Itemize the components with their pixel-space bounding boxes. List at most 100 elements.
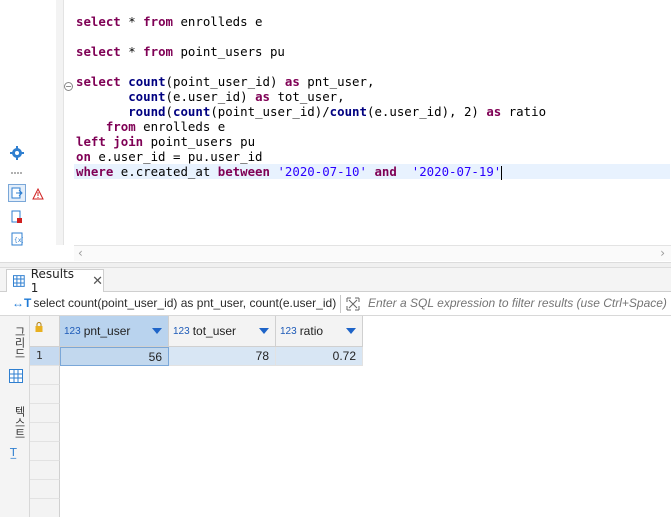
filter-input[interactable] bbox=[368, 296, 668, 310]
cell-tot-user[interactable]: 78 bbox=[169, 347, 276, 366]
sql-function: round bbox=[128, 104, 166, 119]
sql-keyword: between bbox=[217, 164, 270, 179]
empty-row bbox=[30, 404, 671, 423]
column-header-tot-user[interactable]: 123 tot_user bbox=[169, 316, 276, 347]
sql-text: point_users pu bbox=[173, 44, 285, 59]
text-caret bbox=[501, 165, 503, 180]
more-dots-icon[interactable] bbox=[8, 164, 26, 182]
query-text-display[interactable]: ↔T select count(point_user_id) as pnt_use… bbox=[12, 296, 338, 310]
code-line[interactable]: select count(point_user_id) as pnt_user, bbox=[76, 74, 374, 89]
gear-icon[interactable] bbox=[8, 144, 26, 162]
sql-keyword: from bbox=[143, 14, 173, 29]
sql-text: point_users pu bbox=[143, 134, 256, 149]
empty-row bbox=[30, 366, 671, 385]
empty-row bbox=[30, 480, 671, 499]
row-number-empty bbox=[30, 480, 60, 499]
text-view-icon[interactable]: T̲ bbox=[10, 446, 17, 459]
lock-icon bbox=[35, 322, 43, 332]
sql-keyword: as bbox=[486, 104, 502, 119]
editor-horizontal-scrollbar[interactable]: ‹ › bbox=[74, 245, 671, 261]
cell-ratio[interactable]: 0.72 bbox=[276, 347, 363, 366]
sort-arrow-icon[interactable] bbox=[346, 328, 356, 334]
sql-text: e.created_at bbox=[113, 164, 218, 179]
variables-icon[interactable]: {x} bbox=[8, 230, 26, 248]
row-header-corner[interactable] bbox=[30, 316, 60, 347]
scroll-right-arrow-icon[interactable]: › bbox=[660, 246, 665, 261]
row-number-empty bbox=[30, 461, 60, 480]
error-log-icon[interactable] bbox=[8, 208, 26, 226]
column-header-ratio[interactable]: 123 ratio bbox=[276, 316, 363, 347]
sql-text: (point_user_id) bbox=[165, 74, 285, 89]
code-line[interactable]: count(e.user_id) as tot_user, bbox=[76, 89, 345, 104]
row-number-empty bbox=[30, 385, 60, 404]
row-number-empty bbox=[30, 442, 60, 461]
sql-text: enrolleds e bbox=[135, 119, 226, 134]
column-header-pnt-user[interactable]: 123 pnt_user bbox=[60, 316, 169, 347]
grid-header: 123 pnt_user 123 tot_user 123 ratio bbox=[30, 316, 671, 347]
close-icon[interactable]: ✕ bbox=[92, 274, 103, 289]
sql-text: tot_user, bbox=[269, 89, 345, 104]
numeric-type-icon: 123 bbox=[64, 325, 81, 337]
sql-text: e.user_id = pu.user_id bbox=[90, 149, 263, 164]
results-grid[interactable]: 123 pnt_user 123 tot_user 123 ratio 1 56… bbox=[30, 316, 671, 517]
sql-text: (e.user_id), 2) bbox=[366, 104, 487, 119]
result-view-switcher: 그리드 텍스트 T̲ bbox=[0, 316, 30, 517]
code-line[interactable]: select * from point_users pu bbox=[76, 44, 285, 59]
svg-text:{x}: {x} bbox=[14, 237, 23, 244]
fold-toggle-icon[interactable]: − bbox=[64, 82, 73, 91]
sort-arrow-icon[interactable] bbox=[259, 328, 269, 334]
scroll-left-arrow-icon[interactable]: ‹ bbox=[78, 246, 83, 261]
sql-text: (point_user_id)/ bbox=[210, 104, 330, 119]
numeric-type-icon: 123 bbox=[173, 325, 190, 337]
cell-pnt-user[interactable]: 56 bbox=[60, 347, 169, 366]
numeric-type-icon: 123 bbox=[280, 325, 297, 337]
tab-grid-view[interactable]: 그리드 bbox=[9, 326, 27, 359]
code-line[interactable]: round(count(point_user_id)/count(e.user_… bbox=[76, 104, 546, 119]
column-name: tot_user bbox=[192, 324, 237, 338]
sql-keyword: as bbox=[284, 74, 300, 89]
sql-keyword: from bbox=[143, 44, 173, 59]
sql-string: '2020-07-19' bbox=[411, 164, 502, 179]
table-row[interactable]: 1 56 78 0.72 bbox=[30, 347, 671, 366]
execute-script-icon[interactable] bbox=[8, 184, 26, 202]
sql-function: count bbox=[128, 74, 166, 89]
sql-text-icon: ↔T bbox=[12, 296, 32, 310]
query-text: select count(point_user_id) as pnt_user,… bbox=[33, 296, 338, 310]
sql-string: '2020-07-10' bbox=[277, 164, 367, 179]
code-line[interactable]: where e.created_at between '2020-07-10' … bbox=[74, 164, 670, 180]
tab-label: Results 1 bbox=[30, 267, 75, 295]
tab-results-1[interactable]: Results 1 ✕ bbox=[6, 267, 104, 295]
editor-ruler bbox=[56, 0, 64, 245]
tab-text-view[interactable]: 텍스트 bbox=[9, 406, 27, 439]
column-name: pnt_user bbox=[83, 324, 131, 338]
sql-keyword: left join bbox=[76, 134, 144, 149]
expand-filter-icon[interactable] bbox=[345, 296, 361, 312]
sql-editor[interactable]: − {x} select * from enrolleds e select * … bbox=[0, 0, 671, 262]
row-number-empty bbox=[30, 366, 60, 385]
sql-keyword: and bbox=[374, 164, 397, 179]
code-line[interactable]: from enrolleds e bbox=[76, 119, 225, 134]
sql-function: count bbox=[128, 89, 166, 104]
code-line[interactable]: on e.user_id = pu.user_id bbox=[76, 149, 263, 164]
sql-keyword: as bbox=[255, 89, 270, 104]
warning-icon bbox=[32, 185, 44, 200]
sql-keyword: select bbox=[76, 14, 121, 29]
code-line[interactable]: left join point_users pu bbox=[76, 134, 255, 149]
empty-row bbox=[30, 461, 671, 480]
row-number-empty bbox=[30, 423, 60, 442]
sql-keyword: on bbox=[76, 149, 91, 164]
sql-keyword: select bbox=[76, 74, 121, 89]
row-number-empty bbox=[30, 404, 60, 423]
sql-keyword: from bbox=[105, 119, 136, 134]
sql-keyword: where bbox=[76, 164, 114, 179]
empty-row bbox=[30, 423, 671, 442]
row-number[interactable]: 1 bbox=[30, 347, 60, 366]
sql-function: count bbox=[329, 104, 367, 119]
grid-view-icon[interactable] bbox=[9, 368, 23, 387]
sort-arrow-icon[interactable] bbox=[152, 328, 162, 334]
code-line[interactable]: select * from enrolleds e bbox=[76, 14, 263, 29]
empty-row bbox=[30, 499, 671, 517]
